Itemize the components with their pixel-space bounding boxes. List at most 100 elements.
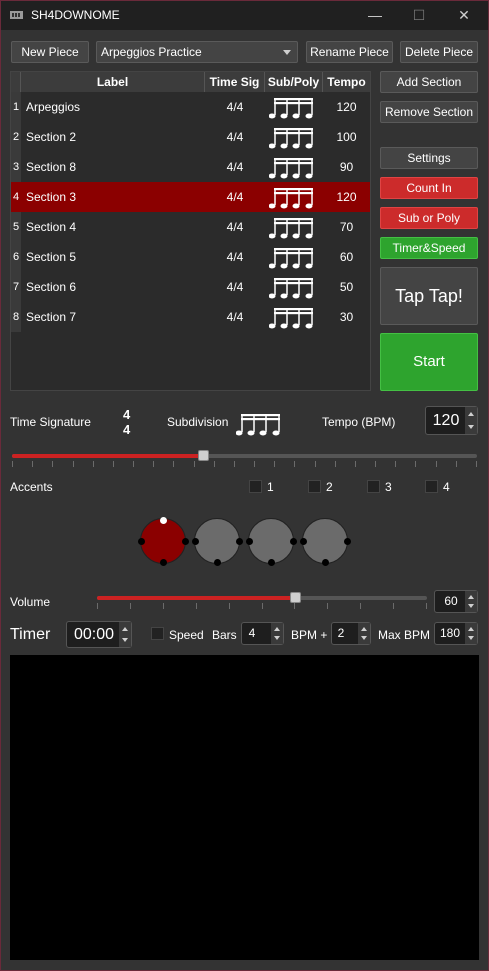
row-label[interactable]: Section 6 xyxy=(26,272,201,302)
column-header-tempo[interactable]: Tempo xyxy=(323,72,370,92)
bpm-plus-value[interactable]: 2 xyxy=(332,623,350,644)
beat-indicator-3[interactable] xyxy=(246,518,297,566)
row-number[interactable]: 6 xyxy=(11,242,21,272)
new-piece-button[interactable]: New Piece xyxy=(11,41,89,63)
row-label[interactable]: Arpeggios xyxy=(26,92,201,122)
table-row[interactable]: 8 Section 7 4/4 30 xyxy=(11,302,370,332)
max-bpm-spinbox[interactable]: 180 xyxy=(434,622,478,645)
sixteenth-notes-icon[interactable] xyxy=(269,97,317,119)
row-tempo[interactable]: 60 xyxy=(323,242,370,272)
row-label[interactable]: Section 8 xyxy=(26,152,201,182)
sixteenth-notes-icon[interactable] xyxy=(269,157,317,179)
maximize-icon[interactable]: ☐ xyxy=(409,6,429,24)
row-label[interactable]: Section 2 xyxy=(26,122,201,152)
table-row[interactable]: 5 Section 4 4/4 70 xyxy=(11,212,370,242)
row-tempo[interactable]: 50 xyxy=(323,272,370,302)
row-tempo[interactable]: 90 xyxy=(323,152,370,182)
spin-arrows-icon[interactable] xyxy=(465,591,477,612)
close-icon[interactable]: ✕ xyxy=(454,6,474,24)
table-row[interactable]: 4 Section 3 4/4 120 xyxy=(11,182,370,212)
column-header-label[interactable]: Label xyxy=(21,72,205,92)
tempo-slider-handle[interactable] xyxy=(198,450,209,461)
row-time-sig[interactable]: 4/4 xyxy=(205,152,265,182)
volume-slider-handle[interactable] xyxy=(290,592,301,603)
sixteenth-notes-icon[interactable] xyxy=(269,217,317,239)
row-number[interactable]: 3 xyxy=(11,152,21,182)
bpm-plus-spinbox[interactable]: 2 xyxy=(331,622,371,645)
row-tempo[interactable]: 100 xyxy=(323,122,370,152)
subdivision-sixteenth-notes-icon[interactable] xyxy=(236,412,284,438)
tap-tempo-button[interactable]: Tap Tap! xyxy=(380,267,478,325)
spin-arrows-icon[interactable] xyxy=(271,623,283,644)
row-number[interactable]: 1 xyxy=(11,92,21,122)
accent-checkbox-3[interactable] xyxy=(367,480,380,493)
accent-checkbox-2[interactable] xyxy=(308,480,321,493)
tempo-label: Tempo (BPM) xyxy=(322,415,396,429)
row-label[interactable]: Section 4 xyxy=(26,212,201,242)
volume-value[interactable]: 60 xyxy=(435,591,467,612)
timer-speed-button[interactable]: Timer&Speed xyxy=(380,237,478,259)
minimize-icon[interactable]: — xyxy=(365,6,385,24)
row-time-sig[interactable]: 4/4 xyxy=(205,242,265,272)
add-section-button[interactable]: Add Section xyxy=(380,71,478,93)
row-label[interactable]: Section 7 xyxy=(26,302,201,332)
tempo-value[interactable]: 120 xyxy=(426,407,466,434)
accent-checkbox-1[interactable] xyxy=(249,480,262,493)
row-number[interactable]: 7 xyxy=(11,272,21,302)
row-time-sig[interactable]: 4/4 xyxy=(205,182,265,212)
speed-checkbox[interactable] xyxy=(151,627,164,640)
timer-spinbox[interactable]: 00:00 xyxy=(66,621,132,648)
spin-arrows-icon[interactable] xyxy=(465,623,477,644)
row-tempo[interactable]: 30 xyxy=(323,302,370,332)
spin-arrows-icon[interactable] xyxy=(465,407,477,434)
sixteenth-notes-icon[interactable] xyxy=(269,307,317,329)
column-header-time-sig[interactable]: Time Sig xyxy=(205,72,265,92)
row-number[interactable]: 5 xyxy=(11,212,21,242)
column-header-sub-poly[interactable]: Sub/Poly xyxy=(265,72,323,92)
spin-arrows-icon[interactable] xyxy=(119,622,131,647)
settings-button[interactable]: Settings xyxy=(380,147,478,169)
max-bpm-value[interactable]: 180 xyxy=(435,623,465,644)
accent-checkbox-4[interactable] xyxy=(425,480,438,493)
row-time-sig[interactable]: 4/4 xyxy=(205,92,265,122)
sixteenth-notes-icon[interactable] xyxy=(269,277,317,299)
time-signature-bottom[interactable]: 4 xyxy=(123,422,130,437)
table-row[interactable]: 1 Arpeggios 4/4 120 xyxy=(11,92,370,122)
table-row[interactable]: 6 Section 5 4/4 60 xyxy=(11,242,370,272)
table-row[interactable]: 7 Section 6 4/4 50 xyxy=(11,272,370,302)
sixteenth-notes-icon[interactable] xyxy=(269,127,317,149)
row-time-sig[interactable]: 4/4 xyxy=(205,302,265,332)
tempo-spinbox[interactable]: 120 xyxy=(425,406,478,435)
row-tempo[interactable]: 70 xyxy=(323,212,370,242)
delete-piece-button[interactable]: Delete Piece xyxy=(400,41,478,63)
bars-spinbox[interactable]: 4 xyxy=(241,622,284,645)
spin-arrows-icon[interactable] xyxy=(358,623,370,644)
start-button[interactable]: Start xyxy=(380,333,478,391)
sixteenth-notes-icon[interactable] xyxy=(269,187,317,209)
count-in-button[interactable]: Count In xyxy=(380,177,478,199)
row-number[interactable]: 4 xyxy=(11,182,21,212)
row-tempo[interactable]: 120 xyxy=(323,182,370,212)
row-time-sig[interactable]: 4/4 xyxy=(205,272,265,302)
table-row[interactable]: 2 Section 2 4/4 100 xyxy=(11,122,370,152)
row-label[interactable]: Section 3 xyxy=(26,182,201,212)
sub-or-poly-button[interactable]: Sub or Poly xyxy=(380,207,478,229)
piece-select[interactable]: Arpeggios Practice xyxy=(96,41,298,63)
table-row[interactable]: 3 Section 8 4/4 90 xyxy=(11,152,370,182)
beat-indicator-4[interactable] xyxy=(300,518,351,566)
row-number[interactable]: 8 xyxy=(11,302,21,332)
bars-value[interactable]: 4 xyxy=(242,623,262,644)
row-label[interactable]: Section 5 xyxy=(26,242,201,272)
timer-value[interactable]: 00:00 xyxy=(67,622,121,647)
row-time-sig[interactable]: 4/4 xyxy=(205,212,265,242)
beat-indicator-1[interactable] xyxy=(138,517,189,566)
row-number[interactable]: 2 xyxy=(11,122,21,152)
row-time-sig[interactable]: 4/4 xyxy=(205,122,265,152)
row-tempo[interactable]: 120 xyxy=(323,92,370,122)
rename-piece-button[interactable]: Rename Piece xyxy=(306,41,393,63)
sixteenth-notes-icon[interactable] xyxy=(269,247,317,269)
time-signature-top[interactable]: 4 xyxy=(123,407,130,422)
beat-indicator-2[interactable] xyxy=(192,518,243,566)
volume-spinbox[interactable]: 60 xyxy=(434,590,478,613)
remove-section-button[interactable]: Remove Section xyxy=(380,101,478,123)
